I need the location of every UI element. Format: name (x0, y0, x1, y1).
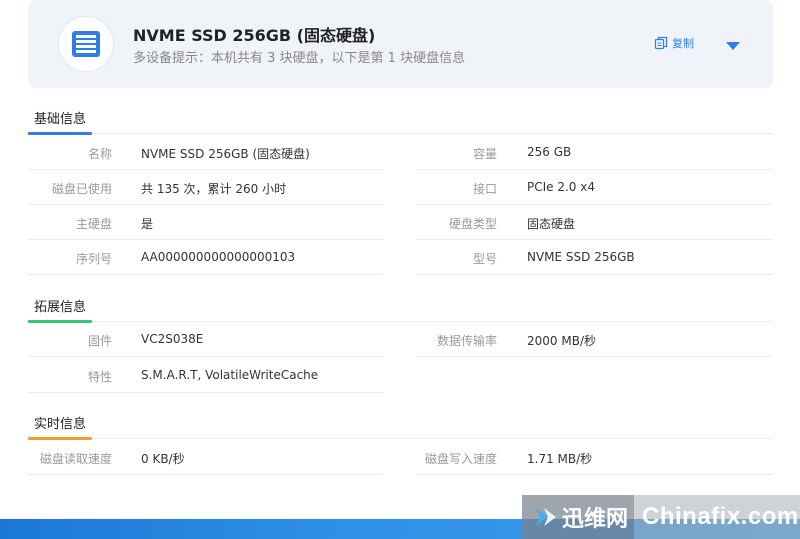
section-divider (28, 321, 773, 322)
label-model: 型号 (472, 252, 497, 266)
row-divider (416, 169, 773, 170)
value-transfer-rate: 2000 MB/秒 (527, 334, 596, 348)
row-divider (28, 356, 383, 357)
watermark-cn-text: 迅维网 (561, 507, 628, 532)
label-serial: 序列号 (75, 252, 112, 266)
row-divider (28, 474, 383, 475)
value-disk-type: 固态硬盘 (527, 217, 576, 231)
label-interface: 接口 (472, 182, 497, 196)
label-read-speed: 磁盘读取速度 (39, 452, 112, 466)
watermark: 迅维网 Chinafix.com (522, 495, 800, 539)
value-model: NVME SSD 256GB (527, 250, 635, 264)
section-title-realtime: 实时信息 (34, 417, 87, 432)
value-features: S.M.A.R.T, VolatileWriteCache (141, 368, 319, 382)
watermark-en-text: Chinafix.com (642, 503, 799, 530)
watermark-en-block: Chinafix.com (634, 495, 800, 539)
row-divider (416, 356, 773, 357)
disk-icon-wrap (58, 16, 114, 72)
section-underline-realtime (28, 437, 92, 440)
label-firmware: 固件 (87, 334, 112, 348)
row-divider (28, 274, 383, 275)
watermark-logo-icon (535, 508, 556, 526)
row-divider (416, 474, 773, 475)
disk-drive-icon (72, 31, 100, 57)
copy-icon (654, 36, 668, 50)
row-divider (28, 239, 383, 240)
label-write-speed: 磁盘写入速度 (424, 452, 497, 466)
section-divider (28, 438, 773, 439)
value-capacity: 256 GB (527, 145, 572, 159)
row-divider (28, 204, 383, 205)
label-transfer-rate: 数据传输率 (436, 334, 497, 348)
label-primary-disk: 主硬盘 (75, 217, 112, 231)
value-primary-disk: 是 (141, 217, 154, 231)
label-disk-type: 硬盘类型 (448, 217, 497, 231)
copy-button[interactable]: 复制 (654, 35, 694, 51)
value-write-speed: 1.71 MB/秒 (527, 452, 593, 466)
disk-title: NVME SSD 256GB (固态硬盘) (133, 26, 376, 45)
section-underline-basic (28, 132, 92, 135)
value-read-speed: 0 KB/秒 (141, 452, 185, 466)
section-divider (28, 133, 773, 134)
row-divider (416, 204, 773, 205)
section-title-extended: 拓展信息 (34, 300, 87, 315)
section-underline-extended (28, 320, 92, 323)
row-divider (416, 274, 773, 275)
value-name: NVME SSD 256GB (固态硬盘) (141, 147, 310, 161)
multi-device-hint: 多设备提示：本机共有 3 块硬盘，以下是第 1 块硬盘信息 (133, 51, 466, 66)
value-usage: 共 135 次，累计 260 小时 (141, 182, 287, 196)
disk-header-card: NVME SSD 256GB (固态硬盘) 多设备提示：本机共有 3 块硬盘，以… (28, 0, 773, 88)
label-usage: 磁盘已使用 (51, 182, 112, 196)
expand-button[interactable] (725, 37, 741, 56)
chevron-down-icon (726, 42, 740, 50)
section-title-basic: 基础信息 (34, 112, 87, 127)
value-serial: AA000000000000000103 (141, 250, 296, 264)
row-divider (416, 239, 773, 240)
value-interface: PCIe 2.0 x4 (527, 180, 595, 194)
label-features: 特性 (87, 370, 112, 384)
row-divider (28, 392, 383, 393)
row-divider (28, 169, 383, 170)
label-name: 名称 (87, 147, 112, 161)
label-capacity: 容量 (472, 147, 497, 161)
watermark-cn-block: 迅维网 (522, 495, 634, 539)
value-firmware: VC2S038E (141, 332, 204, 346)
copy-label: 复制 (672, 37, 694, 50)
